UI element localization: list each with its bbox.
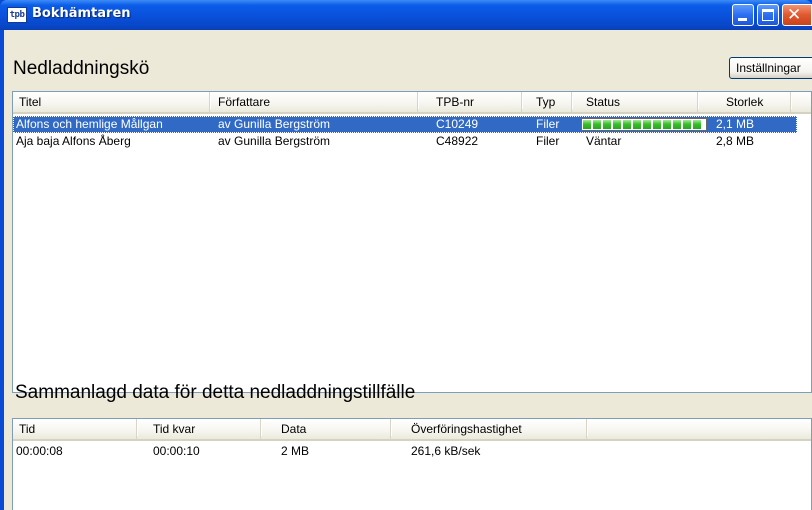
cell-type: Filer xyxy=(536,117,560,131)
progress-segment xyxy=(663,120,671,129)
queue-list[interactable]: Titel Författare TPB-nr Typ Status Storl… xyxy=(12,91,812,393)
progress-segment xyxy=(583,120,591,129)
close-icon: ✕ xyxy=(787,5,802,25)
column-header-title[interactable]: Titel xyxy=(13,92,211,112)
client-area: Nedladdningskö Inställningar Titel Förfa… xyxy=(4,30,812,510)
window-title: Bokhämtaren xyxy=(32,6,131,21)
progress-segment xyxy=(653,120,661,129)
app-logo-icon: tpb xyxy=(7,7,27,23)
progress-fill xyxy=(583,120,705,129)
progress-segment xyxy=(603,120,611,129)
progress-segment xyxy=(623,120,631,129)
progress-segment xyxy=(693,120,701,129)
cell-data: 2 MB xyxy=(281,444,310,458)
table-row[interactable]: Alfons och hemlige Mållgan av Gunilla Be… xyxy=(13,116,797,133)
cell-tpb: C48922 xyxy=(436,134,479,148)
column-header-status[interactable]: Status xyxy=(574,92,699,112)
progress-segment xyxy=(593,120,601,129)
cell-author: av Gunilla Bergström xyxy=(218,117,331,131)
cell-speed: 261,6 kB/sek xyxy=(411,444,481,458)
cell-tpb: C10249 xyxy=(436,117,479,131)
column-header-data[interactable]: Data xyxy=(263,419,392,439)
cell-type: Filer xyxy=(536,134,560,148)
summary-title: Sammanlagd data för detta nedladdningsti… xyxy=(15,382,416,403)
minimize-button[interactable] xyxy=(732,4,754,26)
queue-title: Nedladdningskö xyxy=(13,58,150,79)
cell-title: Aja baja Alfons Åberg xyxy=(16,134,131,148)
maximize-button[interactable] xyxy=(757,4,779,26)
settings-button[interactable]: Inställningar xyxy=(729,57,812,79)
progress-segment xyxy=(673,120,681,129)
column-header-time[interactable]: Tid xyxy=(13,419,138,439)
cell-status: Väntar xyxy=(586,134,622,148)
app-window: tpb Bokhämtaren ✕ Nedladdningskö Inställ… xyxy=(0,0,812,510)
cell-size: 2,8 MB xyxy=(716,134,755,148)
progress-segment xyxy=(613,120,621,129)
table-row[interactable]: Aja baja Alfons Åberg av Gunilla Bergstr… xyxy=(13,133,811,150)
maximize-icon xyxy=(762,9,774,21)
cell-remaining: 00:00:10 xyxy=(153,444,200,458)
cell-title: Alfons och hemlige Mållgan xyxy=(16,117,163,131)
column-header-tpb[interactable]: TPB-nr xyxy=(420,92,523,112)
column-header-remaining[interactable]: Tid kvar xyxy=(139,419,262,439)
progress-segment xyxy=(683,120,691,129)
summary-list-header: Tid Tid kvar Data Överföringshastighet xyxy=(13,419,811,441)
cell-author: av Gunilla Bergström xyxy=(218,134,331,148)
column-header-type[interactable]: Typ xyxy=(524,92,573,112)
progress-segment xyxy=(643,120,651,129)
column-header-author[interactable]: Författare xyxy=(212,92,419,112)
table-row[interactable]: 00:00:08 00:00:10 2 MB 261,6 kB/sek xyxy=(13,443,811,460)
download-progress-bar xyxy=(581,118,707,131)
summary-list[interactable]: Tid Tid kvar Data Överföringshastighet 0… xyxy=(12,418,812,510)
column-header-speed[interactable]: Överföringshastighet xyxy=(393,419,588,439)
minimize-icon xyxy=(738,18,747,21)
progress-segment xyxy=(633,120,641,129)
title-bar[interactable]: tpb Bokhämtaren ✕ xyxy=(0,0,812,30)
column-header-size[interactable]: Storlek xyxy=(700,92,792,112)
close-button[interactable]: ✕ xyxy=(782,4,812,26)
cell-time: 00:00:08 xyxy=(16,444,63,458)
queue-list-header: Titel Författare TPB-nr Typ Status Storl… xyxy=(13,92,811,114)
cell-size: 2,1 MB xyxy=(716,117,755,131)
